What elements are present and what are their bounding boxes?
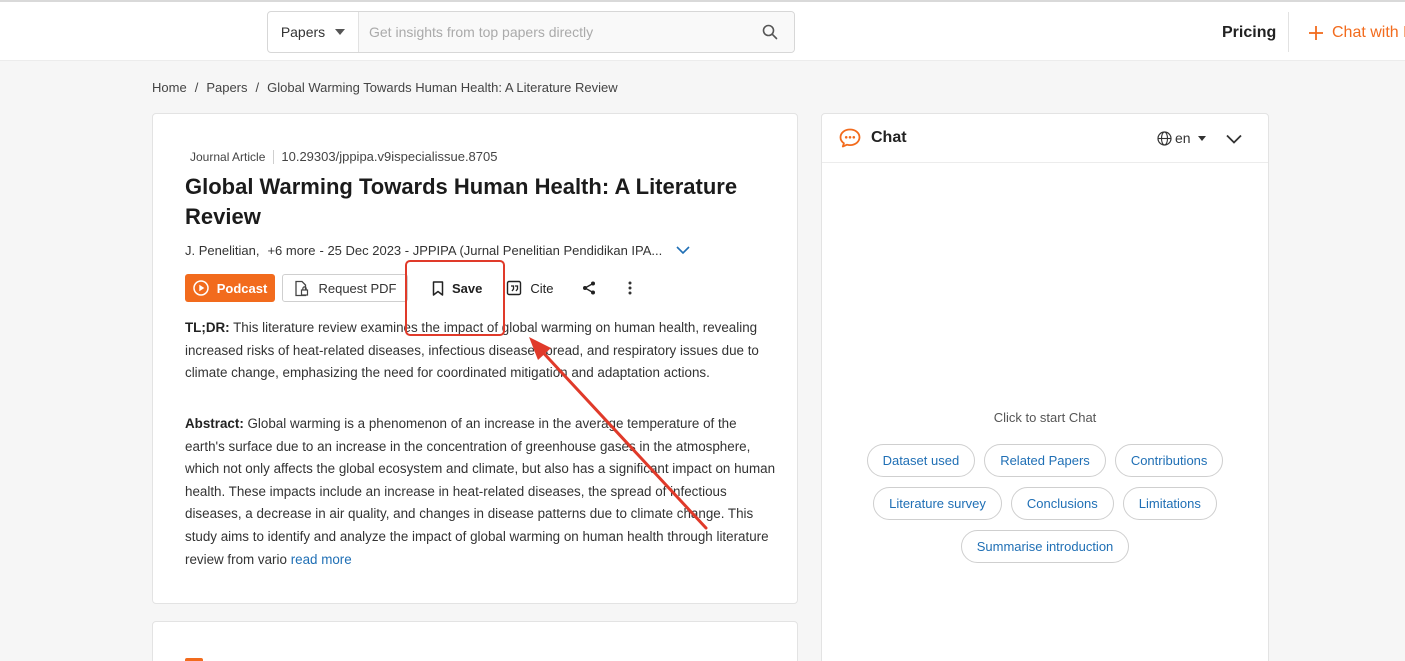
collapse-chat-button[interactable] — [1226, 131, 1242, 149]
bookmark-icon — [432, 280, 444, 296]
cite-button[interactable]: Cite — [506, 280, 554, 296]
document-lock-icon — [295, 280, 309, 296]
breadcrumb-separator: / — [255, 80, 260, 95]
next-paper-card — [152, 621, 798, 661]
search-input[interactable] — [359, 12, 746, 52]
share-button[interactable] — [582, 281, 596, 295]
breadcrumb-separator: / — [194, 80, 199, 95]
save-button[interactable]: Save — [432, 281, 482, 296]
cite-label: Cite — [530, 280, 554, 296]
breadcrumb-home[interactable]: Home — [152, 80, 187, 95]
chat-start-hint: Click to start Chat — [993, 410, 1097, 425]
paper-actions-toolbar: Podcast Request PDF Save Cite — [185, 274, 632, 302]
language-label: en — [1175, 130, 1191, 146]
chip-related-papers[interactable]: Related Papers — [984, 444, 1106, 477]
tldr-label: TL;DR: — [185, 320, 230, 335]
play-circle-icon — [192, 280, 209, 296]
language-selector[interactable]: en — [1157, 130, 1206, 146]
paper-card: Journal Article 10.29303/jppipa.v9ispeci… — [152, 113, 798, 604]
chip-summarise-introduction[interactable]: Summarise introduction — [960, 530, 1130, 563]
share-icon — [582, 281, 595, 295]
paper-doi[interactable]: 10.29303/jppipa.v9ispecialissue.8705 — [281, 149, 497, 164]
search-bar: Papers — [267, 11, 795, 53]
globe-icon — [1157, 130, 1172, 146]
chip-row: Dataset used Related Papers Contribution… — [822, 444, 1268, 477]
caret-down-icon — [335, 29, 346, 35]
top-navigation-bar: Papers Pricing Chat with PDF — [0, 0, 1405, 61]
more-authors-link[interactable]: +6 more — [267, 243, 315, 258]
abstract-text: Global warming is a phenomenon of an inc… — [185, 416, 776, 567]
expand-authors-button[interactable] — [676, 243, 690, 258]
breadcrumb: Home / Papers / Global Warming Towards H… — [152, 80, 618, 95]
request-pdf-label: Request PDF — [318, 280, 397, 296]
chat-bubble-icon — [839, 128, 861, 148]
search-icon — [762, 24, 778, 40]
author-name[interactable]: J. Penelitian, — [185, 243, 259, 258]
request-pdf-button[interactable]: Request PDF — [282, 274, 408, 302]
search-scope-label: Papers — [280, 24, 326, 40]
paper-title: Global Warming Towards Human Health: A L… — [185, 174, 738, 229]
tldr-text: This literature review examines the impa… — [185, 320, 759, 381]
more-vertical-icon — [628, 281, 631, 295]
chip-row: Literature survey Conclusions Limitation… — [822, 487, 1268, 520]
chat-title: Chat — [871, 129, 907, 146]
save-label: Save — [452, 280, 483, 296]
abstract-section: Abstract: Global warming is a phenomenon… — [185, 413, 775, 571]
chat-with-pdf-label: Chat with PDF — [1332, 24, 1405, 41]
chevron-down-icon — [676, 246, 690, 255]
chat-panel: Chat en Click to start Chat Dataset used… — [821, 113, 1269, 661]
paper-meta: Journal Article 10.29303/jppipa.v9ispeci… — [190, 149, 497, 164]
chip-contributions[interactable]: Contributions — [1114, 444, 1224, 477]
podcast-label: Podcast — [216, 280, 268, 296]
suggested-prompts: Dataset used Related Papers Contribution… — [822, 444, 1268, 573]
paper-type-label: Journal Article — [190, 149, 275, 164]
read-more-link[interactable]: read more — [291, 552, 352, 567]
pricing-link[interactable]: Pricing — [1222, 24, 1276, 42]
chip-literature-survey[interactable]: Literature survey — [873, 487, 1002, 520]
chat-header: Chat en — [822, 114, 1268, 163]
chip-row: Summarise introduction — [822, 530, 1268, 563]
paper-date-venue: - 25 Dec 2023 - JPPIPA (Jurnal Penelitia… — [319, 243, 663, 258]
paper-authors-line: J. Penelitian, +6 more - 25 Dec 2023 - J… — [185, 243, 690, 258]
podcast-button[interactable]: Podcast — [185, 274, 275, 302]
caret-down-icon — [1197, 135, 1206, 141]
chip-limitations[interactable]: Limitations — [1122, 487, 1217, 520]
chat-with-pdf-button[interactable]: Chat with PDF — [1308, 24, 1405, 42]
tldr-section: TL;DR: This literature review examines t… — [185, 317, 775, 385]
search-scope-dropdown[interactable]: Papers — [268, 12, 359, 52]
chip-dataset-used[interactable]: Dataset used — [866, 444, 976, 477]
breadcrumb-papers[interactable]: Papers — [206, 80, 247, 95]
quote-icon — [507, 280, 522, 296]
breadcrumb-current: Global Warming Towards Human Health: A L… — [267, 80, 618, 95]
plus-icon — [1309, 26, 1323, 40]
chip-conclusions[interactable]: Conclusions — [1010, 487, 1114, 520]
more-options-button[interactable] — [628, 281, 632, 295]
chevron-down-icon — [1226, 134, 1242, 144]
nav-divider — [1288, 12, 1289, 52]
abstract-label: Abstract: — [185, 416, 244, 431]
search-button[interactable] — [746, 12, 794, 52]
